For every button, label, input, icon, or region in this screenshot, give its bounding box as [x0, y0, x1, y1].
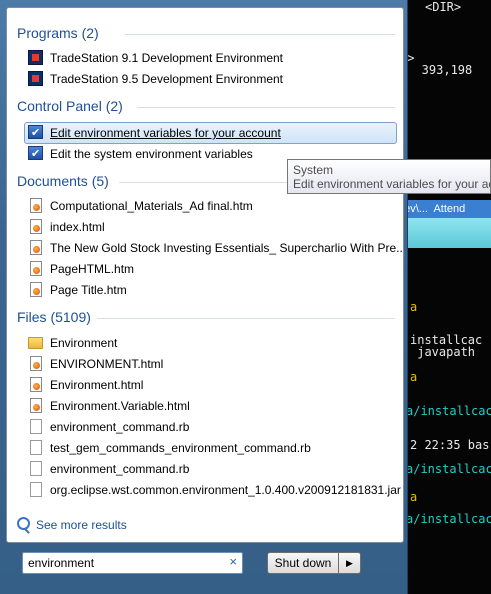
control-panel-icon [28, 144, 44, 164]
html-document-icon [28, 261, 44, 277]
terminal-prompt-marker: a [410, 370, 418, 384]
search-input-value: environment [28, 556, 95, 570]
result-item[interactable]: environment_command.rb [25, 417, 397, 437]
shut-down-button[interactable]: Shut down [267, 552, 339, 574]
result-item[interactable]: Environment.Variable.html [25, 396, 397, 416]
section-header-files[interactable]: Files (5109) [17, 308, 91, 326]
section-divider [137, 107, 395, 108]
search-icon [17, 517, 30, 530]
result-label: environment_command.rb [50, 462, 190, 476]
html-document-icon [28, 398, 44, 414]
html-document-icon [28, 198, 44, 214]
tooltip: System Edit environment variables for yo… [287, 159, 491, 194]
html-document-icon [28, 356, 44, 372]
shut-down-options-button[interactable]: ▶ [339, 552, 361, 574]
terminal-prompt-marker: a [410, 300, 418, 314]
result-item-selected[interactable]: Edit environment variables for your acco… [24, 122, 397, 144]
terminal-line: a/installcac [406, 512, 491, 526]
html-document-icon [28, 377, 44, 393]
terminal-title-bar: eev\... Attend [398, 200, 491, 218]
terminal-line: a/installcac [406, 462, 491, 476]
result-label: TradeStation 9.5 Development Environment [50, 72, 284, 86]
terminal-line: <DIR> [425, 0, 462, 14]
result-item[interactable]: environment_command.rb [25, 459, 397, 479]
file-icon [28, 482, 44, 498]
result-label: index.html [50, 220, 105, 234]
result-label: TradeStation 9.1 Development Environment [50, 51, 284, 65]
result-item[interactable]: Page Title.htm [25, 280, 397, 300]
section-divider [97, 318, 395, 319]
result-label: Computational_Materials_Ad final.htm [50, 199, 253, 213]
html-document-icon [28, 219, 44, 235]
section-divider [125, 34, 395, 35]
result-item[interactable]: TradeStation 9.1 Development Environment [25, 48, 397, 68]
file-icon [28, 461, 44, 477]
result-label: ENVIRONMENT.html [50, 357, 164, 371]
see-more-results-link[interactable]: See more results [17, 516, 127, 534]
file-icon [28, 419, 44, 435]
app-icon [28, 71, 44, 87]
result-item[interactable]: The New Gold Stock Investing Essentials_… [25, 238, 403, 258]
terminal-line: ) 393,198 [400, 63, 473, 77]
result-item[interactable]: ENVIRONMENT.html [25, 354, 397, 374]
result-label: PageHTML.htm [50, 262, 135, 276]
see-more-label: See more results [36, 518, 127, 532]
result-item[interactable]: index.html [25, 217, 397, 237]
result-item[interactable]: TradeStation 9.5 Development Environment [25, 69, 397, 89]
clear-icon[interactable]: × [229, 554, 237, 569]
terminal-line: 2 22:35 bas [410, 438, 490, 452]
result-item[interactable]: Computational_Materials_Ad final.htm [25, 196, 397, 216]
result-label: Edit environment variables for your acco… [50, 126, 281, 140]
folder-icon [28, 335, 44, 351]
section-header-control-panel[interactable]: Control Panel (2) [17, 97, 123, 115]
result-item[interactable]: test_gem_commands_environment_command.rb [25, 438, 397, 458]
result-label: Edit the system environment variables [50, 147, 253, 161]
tooltip-title: System [293, 163, 334, 177]
start-menu: Programs (2) TradeStation 9.1 Developmen… [0, 0, 408, 594]
terminal-highlight [398, 218, 491, 248]
triangle-right-icon: ▶ [346, 558, 353, 568]
terminal-line: javapath [410, 345, 476, 359]
control-panel-icon [28, 123, 44, 143]
result-item[interactable]: Environment.html [25, 375, 397, 395]
app-icon [28, 50, 44, 66]
result-label: Environment [50, 336, 118, 350]
result-item[interactable]: PageHTML.htm [25, 259, 397, 279]
result-label: Page Title.htm [50, 283, 127, 297]
tooltip-text: Edit environment variables for your acco… [293, 177, 490, 191]
result-item[interactable]: Environment [25, 333, 397, 353]
result-label: Environment.html [50, 378, 144, 392]
result-label: Environment.Variable.html [50, 399, 190, 413]
terminal-prompt-marker: a [410, 490, 418, 504]
result-label: environment_command.rb [50, 420, 190, 434]
section-header-programs[interactable]: Programs (2) [17, 24, 99, 42]
search-results-panel: Programs (2) TradeStation 9.1 Developmen… [6, 7, 404, 543]
file-icon [28, 440, 44, 456]
terminal-line: a/installcac [406, 404, 491, 418]
html-document-icon [28, 282, 44, 298]
result-label: test_gem_commands_environment_command.rb [50, 441, 311, 455]
html-document-icon [28, 240, 44, 256]
search-input[interactable]: environment × [22, 552, 243, 574]
result-label: org.eclipse.wst.common.environment_1.0.4… [50, 483, 401, 497]
result-label: The New Gold Stock Investing Essentials_… [50, 241, 404, 255]
section-header-documents[interactable]: Documents (5) [17, 172, 109, 190]
result-item[interactable]: org.eclipse.wst.common.environment_1.0.4… [25, 480, 401, 500]
